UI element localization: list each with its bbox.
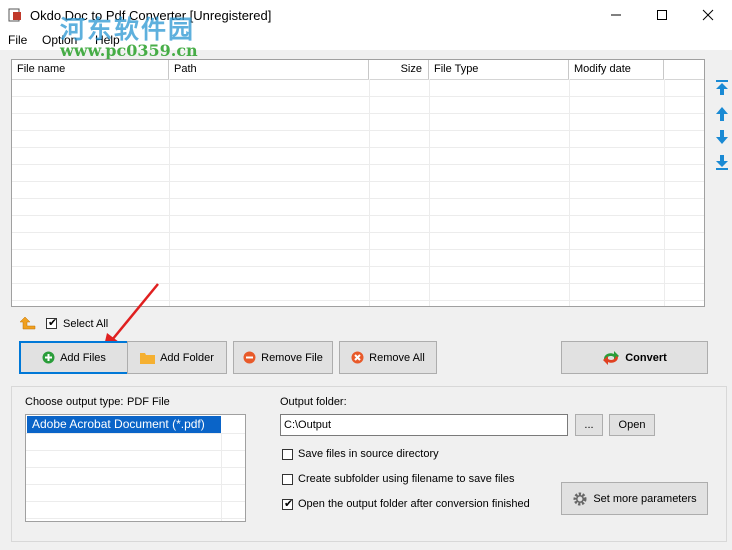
- file-list[interactable]: File name Path Size File Type Modify dat…: [11, 59, 705, 307]
- grid-row-line: [12, 266, 704, 267]
- column-modify-date[interactable]: Modify date: [569, 60, 664, 79]
- move-down-icon[interactable]: [713, 128, 731, 146]
- grid-row-line: [26, 433, 245, 434]
- up-folder-icon[interactable]: [19, 316, 37, 332]
- output-type-option-pdf[interactable]: Adobe Acrobat Document (*.pdf): [27, 416, 221, 433]
- minimize-icon: [611, 14, 621, 16]
- grid-row-line: [26, 467, 245, 468]
- grid-column-line: [169, 79, 170, 306]
- app-icon: [8, 8, 21, 22]
- convert-label: Convert: [625, 351, 667, 364]
- remove-all-label: Remove All: [369, 351, 425, 364]
- output-type-value: PDF File: [127, 396, 170, 408]
- remove-file-label: Remove File: [261, 351, 323, 364]
- open-after-checkbox[interactable]: ✔: [282, 498, 294, 510]
- grid-row-line: [12, 232, 704, 233]
- output-folder-label: Output folder:: [280, 396, 347, 408]
- add-folder-label: Add Folder: [160, 351, 214, 364]
- grid-row-line: [12, 164, 704, 165]
- close-icon: [702, 9, 714, 21]
- grid-row-line: [12, 249, 704, 250]
- move-top-icon[interactable]: [713, 79, 731, 97]
- output-type-label: Choose output type:: [25, 396, 124, 408]
- menu-file[interactable]: File: [8, 33, 27, 47]
- remove-file-button[interactable]: Remove File: [233, 341, 333, 374]
- move-bottom-icon[interactable]: [713, 153, 731, 171]
- minimize-button[interactable]: [593, 0, 639, 30]
- add-folder-button[interactable]: Add Folder: [127, 341, 227, 374]
- save-in-source-checkbox[interactable]: [282, 449, 293, 460]
- remove-all-button[interactable]: Remove All: [339, 341, 437, 374]
- grid-column-line: [221, 433, 222, 521]
- output-folder-input[interactable]: [280, 414, 568, 436]
- remove-icon: [243, 351, 256, 364]
- convert-button[interactable]: Convert: [561, 341, 708, 374]
- save-in-source-label: Save files in source directory: [298, 448, 439, 460]
- grid-row-line: [26, 518, 245, 519]
- watermark-url: www.pc0359.cn: [60, 41, 198, 60]
- grid-row-line: [12, 96, 704, 97]
- move-up-icon[interactable]: [713, 105, 731, 123]
- checkmark-icon: ✔: [284, 498, 294, 510]
- grid-column-line: [569, 79, 570, 306]
- add-files-label: Add Files: [60, 351, 106, 364]
- remove-all-icon: [351, 351, 364, 364]
- folder-icon: [140, 353, 156, 364]
- file-list-header: File name Path Size File Type Modify dat…: [12, 60, 704, 80]
- open-label: Open: [618, 419, 646, 431]
- set-more-label: Set more parameters: [593, 492, 697, 505]
- column-path[interactable]: Path: [169, 60, 369, 79]
- maximize-button[interactable]: [639, 0, 685, 30]
- open-after-label: Open the output folder after conversion …: [298, 498, 530, 510]
- create-subfolder-label: Create subfolder using filename to save …: [298, 473, 515, 485]
- grid-column-line: [369, 79, 370, 306]
- maximize-icon: [657, 10, 667, 20]
- close-button[interactable]: [685, 0, 731, 30]
- add-files-button[interactable]: Add Files: [19, 341, 129, 374]
- grid-row-line: [12, 147, 704, 148]
- grid-row-line: [12, 198, 704, 199]
- grid-row-line: [12, 215, 704, 216]
- browse-button[interactable]: ...: [575, 414, 603, 436]
- grid-row-line: [26, 484, 245, 485]
- column-file-type[interactable]: File Type: [429, 60, 569, 79]
- browse-label: ...: [584, 419, 594, 431]
- create-subfolder-checkbox[interactable]: [282, 474, 293, 485]
- grid-row-line: [26, 501, 245, 502]
- open-button[interactable]: Open: [609, 414, 655, 436]
- grid-row-line: [26, 450, 245, 451]
- checkmark-icon: ✔: [48, 317, 58, 329]
- grid-column-line: [664, 79, 665, 306]
- column-size[interactable]: Size: [369, 60, 429, 79]
- grid-row-line: [12, 130, 704, 131]
- set-more-parameters-button[interactable]: Set more parameters: [561, 482, 708, 515]
- output-type-list[interactable]: Adobe Acrobat Document (*.pdf): [25, 414, 246, 522]
- column-file-name[interactable]: File name: [12, 60, 169, 79]
- add-icon: [42, 351, 55, 364]
- grid-column-line: [429, 79, 430, 306]
- grid-row-line: [12, 181, 704, 182]
- grid-row-line: [12, 113, 704, 114]
- gear-icon: [573, 492, 587, 505]
- convert-icon: [603, 350, 620, 365]
- select-all-checkbox[interactable]: ✔: [46, 317, 58, 329]
